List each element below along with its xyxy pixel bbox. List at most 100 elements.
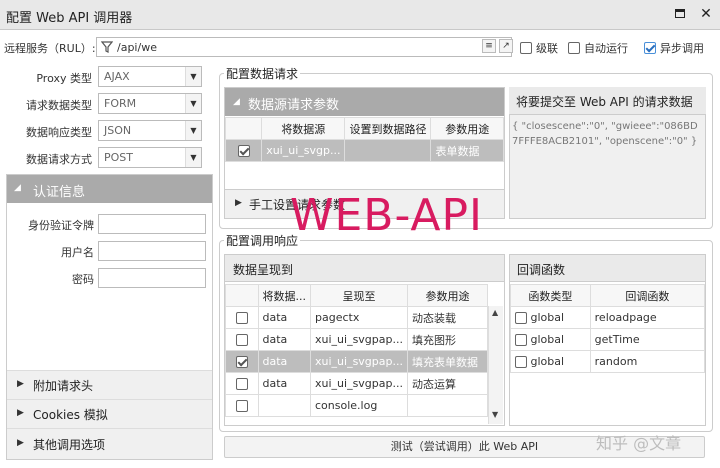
table-row[interactable]: global reloadpage — [510, 306, 706, 329]
auth-panel-header[interactable]: ◢ 认证信息 — [7, 175, 212, 203]
column-header — [225, 284, 259, 307]
target-cell: xui_ui_svgpap... — [310, 328, 408, 351]
close-button[interactable]: ✕ — [699, 7, 713, 21]
row-checkbox-cell[interactable] — [225, 328, 259, 351]
row-checkbox-cell[interactable] — [225, 372, 259, 395]
option-async[interactable]: 异步调用 — [644, 40, 704, 56]
callback-type: global — [530, 355, 565, 368]
row-checkbox[interactable] — [235, 334, 248, 346]
target-cell: xui_ui_svgpap... — [310, 372, 408, 395]
column-header: 函数类型 — [510, 284, 591, 307]
callback-type-cell[interactable]: global — [510, 350, 591, 373]
table-header-row: 将数据源 设置到数据路径 参数用途 — [224, 117, 504, 140]
expand-triangle-icon: ▶ — [235, 198, 242, 208]
row-checkbox[interactable] — [235, 400, 248, 412]
async-checkbox[interactable] — [644, 42, 656, 54]
row-checkbox[interactable] — [235, 378, 248, 390]
usage-cell: 填充表单数据 — [406, 350, 489, 373]
autorun-label: 自动运行 — [584, 42, 628, 55]
expand-triangle-icon: ▶ — [17, 438, 24, 448]
cascade-label: 级联 — [536, 42, 558, 55]
scroll-up-icon[interactable]: ▲ — [492, 308, 498, 317]
row-checkbox-cell[interactable] — [225, 306, 259, 329]
response-type-label: 数据响应类型 — [26, 126, 92, 139]
row-checkbox[interactable] — [235, 312, 248, 324]
request-preview-text: { "closescene":"0", "gwieee":"086BD7FFFE… — [512, 121, 698, 147]
cookies-label: Cookies 模拟 — [33, 408, 108, 422]
data-cell: data — [257, 350, 311, 373]
request-method-select[interactable]: POST ▼ — [98, 147, 202, 168]
source-params-table: 将数据源 设置到数据路径 参数用途 xui_ui_svgp... 表单数据 — [224, 117, 504, 162]
usage-cell — [406, 394, 489, 417]
list-button[interactable]: ≡ — [482, 39, 496, 53]
section-cookies[interactable]: ▶ Cookies 模拟 — [7, 399, 212, 428]
callback-fn-cell: getTime — [589, 328, 706, 351]
column-header: 呈现至 — [310, 284, 408, 307]
autorun-checkbox[interactable] — [568, 42, 580, 54]
option-autorun[interactable]: 自动运行 — [568, 40, 628, 56]
maximize-button[interactable] — [673, 7, 687, 21]
column-header: 设置到数据路径 — [344, 117, 432, 140]
extra-headers-label: 附加请求头 — [33, 379, 94, 393]
option-cascade[interactable]: 级联 — [520, 40, 558, 56]
usage-cell: 动态运算 — [406, 372, 489, 395]
cascade-checkbox[interactable] — [520, 42, 532, 54]
chevron-down-icon: ▼ — [185, 94, 201, 113]
source-params-header[interactable]: ◢ 数据源请求参数 — [225, 88, 504, 116]
data-cell: data — [257, 306, 311, 329]
row-checkbox[interactable] — [237, 145, 250, 157]
request-data-type-select[interactable]: FORM ▼ — [98, 93, 202, 114]
usage-cell: 动态装载 — [406, 306, 489, 329]
column-header — [224, 117, 263, 140]
source-cell: xui_ui_svgp... — [261, 139, 346, 162]
data-cell — [257, 394, 311, 417]
section-extra-headers[interactable]: ▶ 附加请求头 — [7, 370, 212, 399]
data-present-table: 将数据... 呈现至 参数用途 data pagectx 动态装载 data x… — [225, 284, 489, 417]
table-row[interactable]: data xui_ui_svgpap... 动态运算 — [225, 372, 489, 395]
column-header: 将数据源 — [261, 117, 346, 140]
usage-cell: 填充图形 — [406, 328, 489, 351]
table-row[interactable]: global random — [510, 350, 706, 373]
table-row[interactable]: data xui_ui_svgpap... 填充图形 — [225, 328, 489, 351]
username-label: 用户名 — [61, 246, 94, 259]
request-preview-title: 将要提交至 Web API 的请求数据 — [516, 95, 693, 109]
row-checkbox[interactable] — [515, 334, 527, 346]
row-checkbox-cell[interactable] — [224, 139, 263, 162]
maximize-icon — [675, 9, 685, 18]
password-field[interactable] — [98, 268, 206, 288]
table-row[interactable]: global getTime — [510, 328, 706, 351]
callback-type: global — [530, 311, 565, 324]
request-preview-header: 将要提交至 Web API 的请求数据 — [509, 87, 706, 115]
column-header: 回调函数 — [589, 284, 706, 307]
table-row[interactable]: data xui_ui_svgpap... 填充表单数据 — [225, 350, 489, 373]
collapse-triangle-icon: ◢ — [14, 183, 21, 193]
callback-type-cell[interactable]: global — [510, 306, 591, 329]
row-checkbox[interactable] — [515, 356, 527, 368]
target-cell: pagectx — [310, 306, 408, 329]
scroll-down-icon[interactable]: ▼ — [492, 410, 498, 419]
path-cell[interactable] — [344, 139, 432, 162]
row-checkbox-cell[interactable] — [225, 350, 259, 373]
config-response-title: 配置调用响应 — [224, 232, 301, 249]
row-checkbox-cell[interactable] — [225, 394, 259, 417]
auth-token-field[interactable] — [98, 214, 206, 234]
callback-type-cell[interactable]: global — [510, 328, 591, 351]
scrollbar[interactable]: ▲ ▼ — [488, 306, 503, 424]
proxy-type-select[interactable]: AJAX ▼ — [98, 66, 202, 87]
proxy-type-value: AJAX — [104, 70, 130, 83]
chevron-down-icon: ▼ — [185, 121, 201, 140]
section-other-options[interactable]: ▶ 其他调用选项 — [7, 428, 212, 459]
username-field[interactable] — [98, 241, 206, 261]
row-checkbox[interactable] — [235, 356, 248, 368]
row-checkbox[interactable] — [515, 312, 527, 324]
table-row[interactable]: data pagectx 动态装载 — [225, 306, 489, 329]
auth-panel-title: 认证信息 — [33, 185, 86, 200]
table-row[interactable]: xui_ui_svgp... 表单数据 — [224, 139, 504, 162]
table-row[interactable]: console.log — [225, 394, 489, 417]
url-field[interactable]: /api/we — [96, 37, 512, 57]
other-options-label: 其他调用选项 — [33, 438, 106, 452]
open-external-button[interactable]: ↗ — [499, 39, 513, 53]
config-request-title: 配置数据请求 — [224, 65, 301, 82]
response-type-select[interactable]: JSON ▼ — [98, 120, 202, 141]
column-header: 参数用途 — [430, 117, 504, 140]
